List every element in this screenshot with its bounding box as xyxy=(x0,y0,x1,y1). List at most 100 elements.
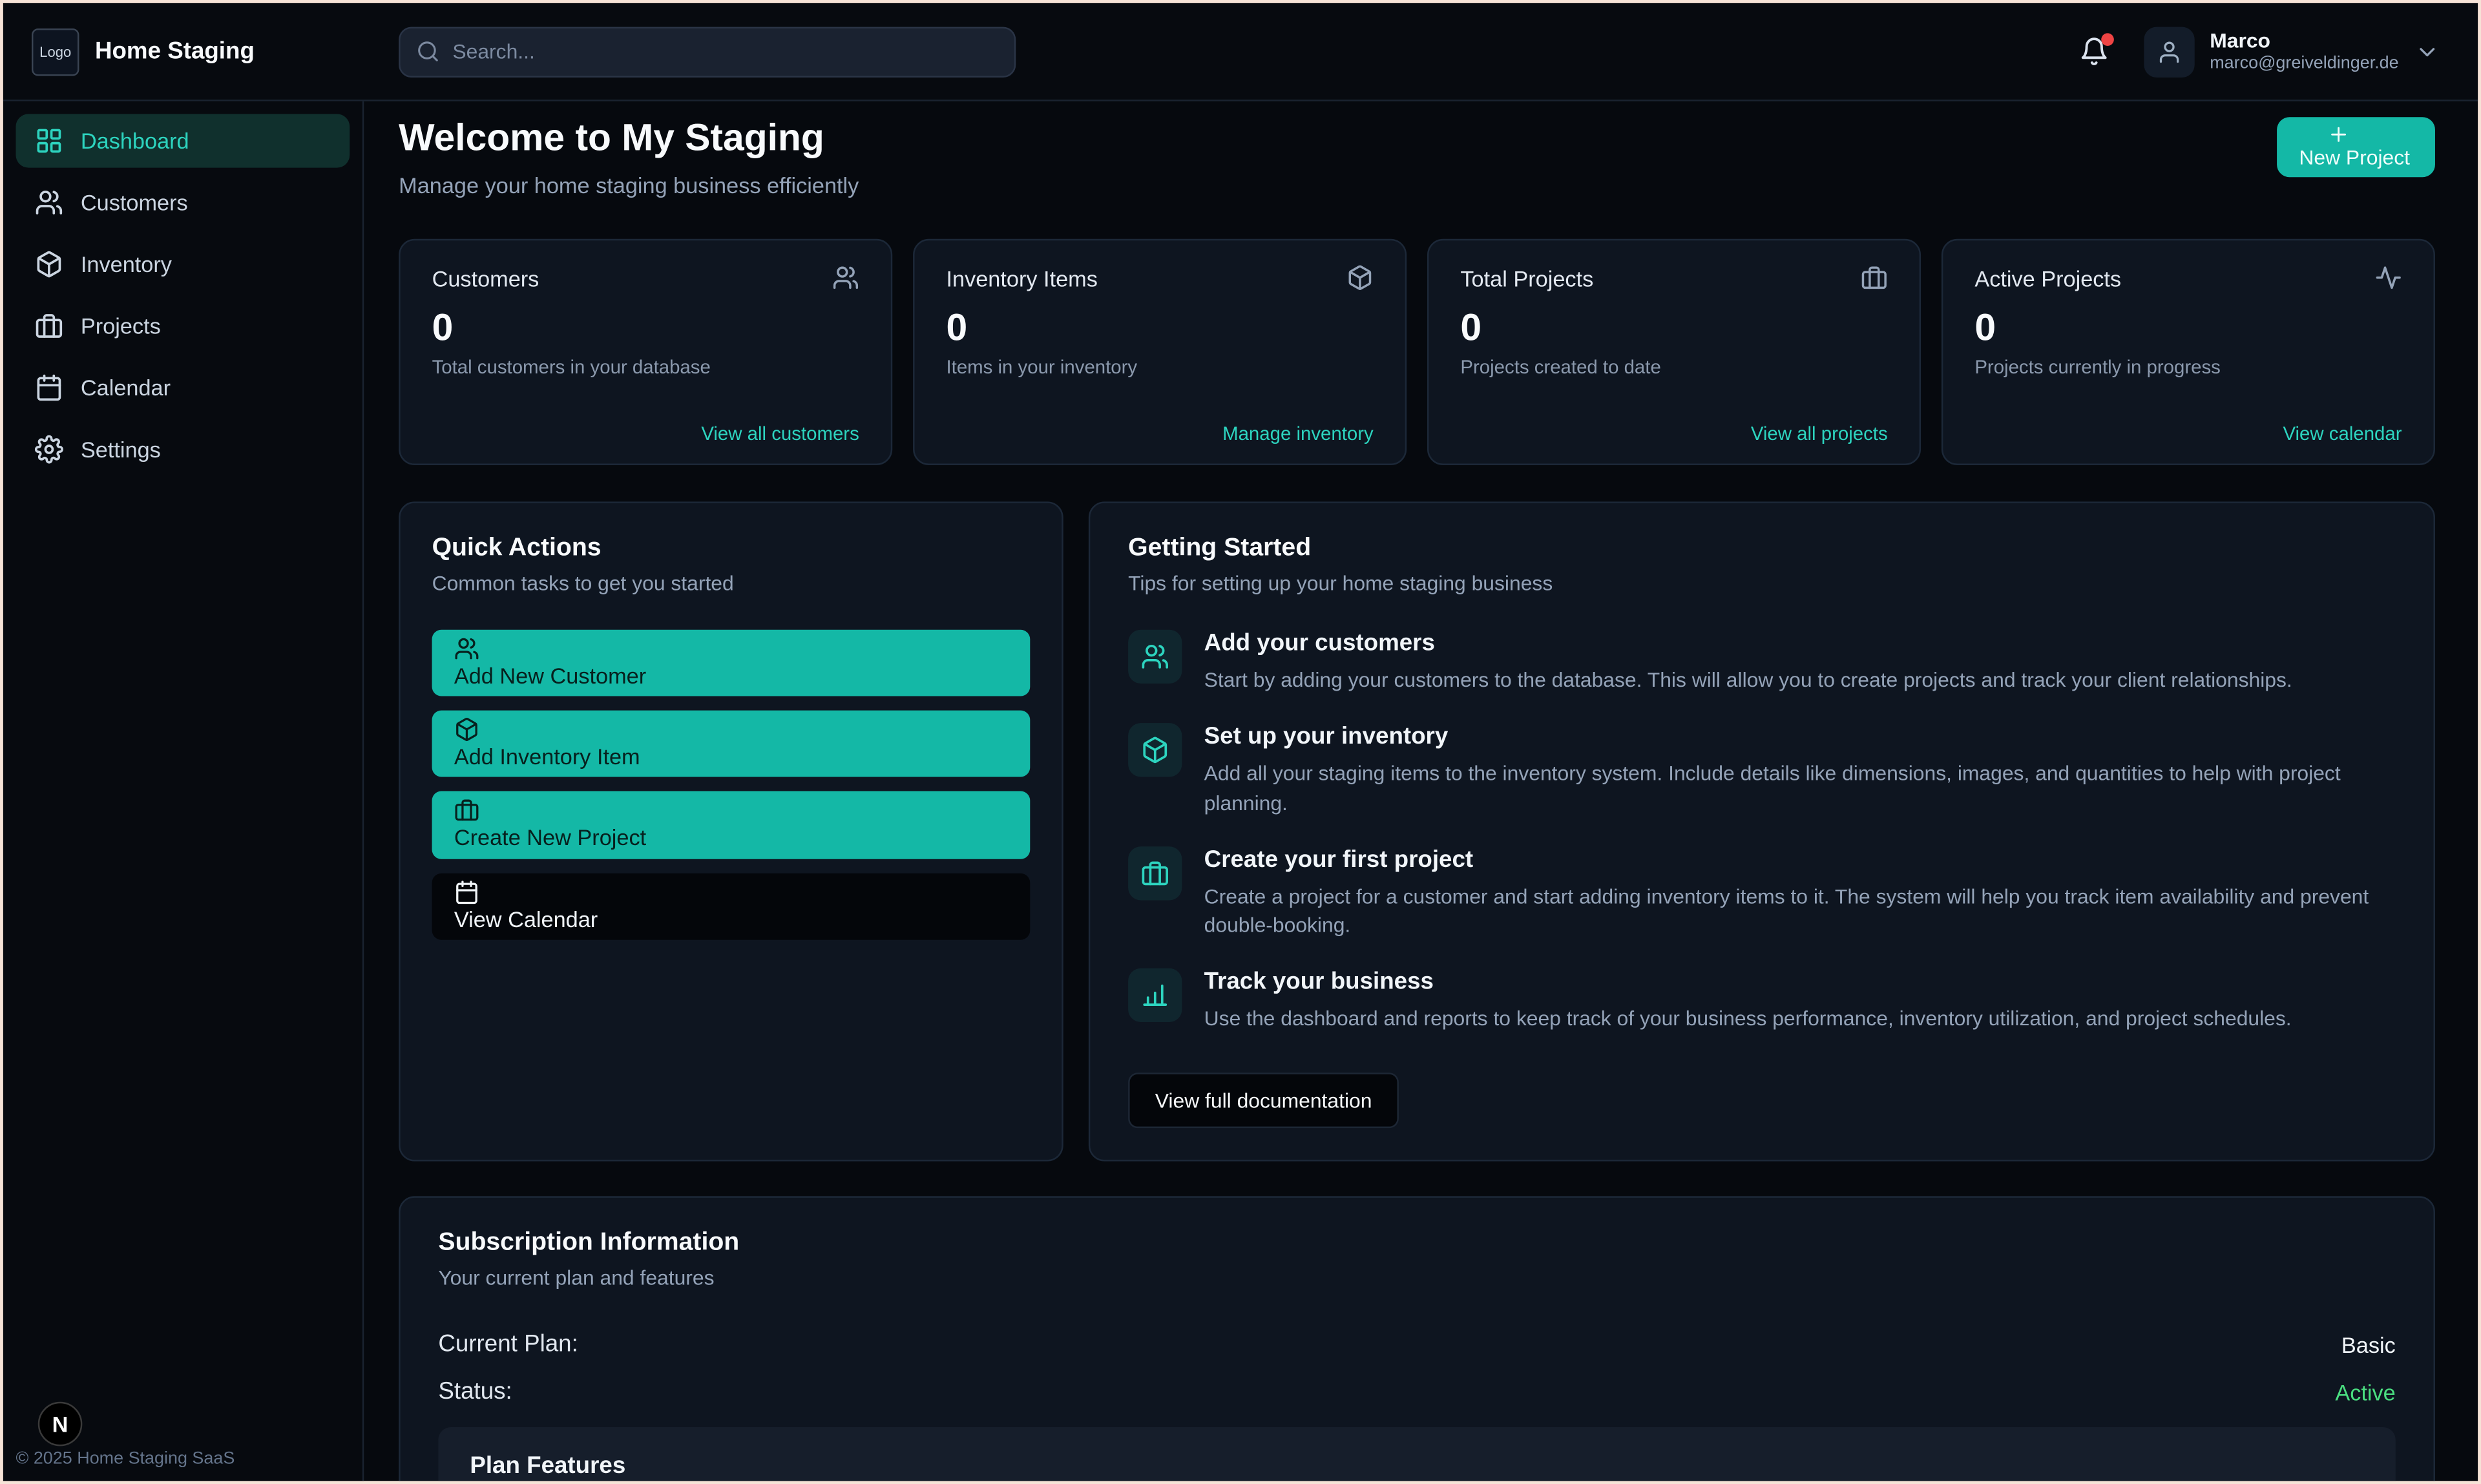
app-window: Logo Home Staging xyxy=(0,0,2481,1484)
copyright-text: © 2025 Home Staging SaaS xyxy=(16,1449,235,1468)
status-label: Status: xyxy=(438,1378,512,1405)
brand: Logo Home Staging xyxy=(3,28,364,75)
search-input[interactable] xyxy=(452,39,998,63)
tip-description: Create a project for a customer and star… xyxy=(1204,882,2396,941)
sidebar-item-dashboard[interactable]: Dashboard xyxy=(16,114,350,167)
app-title: Home Staging xyxy=(95,38,255,65)
package-icon xyxy=(1346,264,1374,291)
quick-actions-panel: Quick Actions Common tasks to get you st… xyxy=(399,501,1063,1161)
briefcase-icon xyxy=(35,311,63,340)
action-label: Create New Project xyxy=(454,823,646,852)
sidebar: Dashboard Customers Inventory Projects C… xyxy=(3,101,364,1481)
calendar-icon xyxy=(35,373,63,402)
user-menu[interactable]: Marco marco@greiveldinger.de xyxy=(2143,26,2440,76)
stat-label: Total Projects xyxy=(1460,265,1593,290)
getting-started-panel: Getting Started Tips for setting up your… xyxy=(1089,501,2435,1161)
plus-icon xyxy=(2327,123,2349,145)
sidebar-item-settings[interactable]: Settings xyxy=(16,423,350,476)
users-icon xyxy=(454,636,479,661)
tip-body: Add your customers Start by adding your … xyxy=(1204,630,2292,696)
topbar: Logo Home Staging xyxy=(3,3,2478,101)
tip-description: Start by adding your customers to the da… xyxy=(1204,666,2292,696)
bar-chart-icon xyxy=(1128,968,1182,1022)
tip-title: Add your customers xyxy=(1204,630,2292,657)
view-calendar-link[interactable]: View calendar xyxy=(2283,423,2402,444)
tip-body: Track your business Use the dashboard an… xyxy=(1204,968,2292,1034)
search-bar[interactable] xyxy=(399,26,1016,76)
tip-first-project: Create your first project Create a proje… xyxy=(1128,846,2396,942)
tip-description: Add all your staging items to the invent… xyxy=(1204,759,2396,819)
status-row: Status: Active xyxy=(438,1378,2395,1405)
view-documentation-button[interactable]: View full documentation xyxy=(1128,1073,1399,1129)
search-icon xyxy=(416,39,440,63)
package-icon xyxy=(35,250,63,278)
gear-icon xyxy=(35,435,63,463)
view-all-projects-link[interactable]: View all projects xyxy=(1751,423,1888,444)
subscription-subtitle: Your current plan and features xyxy=(438,1266,2395,1290)
main-content: Welcome to My Staging Manage your home s… xyxy=(364,101,2478,1481)
middle-row: Quick Actions Common tasks to get you st… xyxy=(399,501,2435,1161)
subscription-panel: Subscription Information Your current pl… xyxy=(399,1197,2435,1481)
manage-inventory-link[interactable]: Manage inventory xyxy=(1222,423,1374,444)
tip-add-customers: Add your customers Start by adding your … xyxy=(1128,630,2396,696)
tip-body: Create your first project Create a proje… xyxy=(1204,846,2396,942)
getting-started-subtitle: Tips for setting up your home staging bu… xyxy=(1128,571,2396,595)
tip-title: Track your business xyxy=(1204,968,2292,996)
quick-actions-list: Add New Customer Add Inventory Item Crea… xyxy=(432,630,1031,939)
stat-card-customers: Customers 0 Total customers in your data… xyxy=(399,239,892,465)
plan-label: Current Plan: xyxy=(438,1331,578,1358)
tip-title: Create your first project xyxy=(1204,846,2396,873)
quick-actions-title: Quick Actions xyxy=(432,535,1031,563)
status-badge: Active xyxy=(2335,1379,2395,1404)
new-project-label: New Project xyxy=(2299,145,2410,171)
stat-label: Active Projects xyxy=(1974,265,2121,290)
getting-started-title: Getting Started xyxy=(1128,535,2396,563)
sidebar-item-label: Calendar xyxy=(81,375,171,400)
new-project-button[interactable]: New Project xyxy=(2277,117,2435,178)
page-header-text: Welcome to My Staging Manage your home s… xyxy=(399,117,859,198)
notifications-button[interactable] xyxy=(2078,36,2109,67)
tip-title: Set up your inventory xyxy=(1204,723,2396,750)
sidebar-item-inventory[interactable]: Inventory xyxy=(16,237,350,291)
sidebar-item-label: Inventory xyxy=(81,251,172,277)
action-label: Add New Customer xyxy=(454,662,646,691)
sidebar-item-customers[interactable]: Customers xyxy=(16,176,350,229)
create-new-project-button[interactable]: Create New Project xyxy=(432,791,1031,858)
notification-dot xyxy=(2100,33,2113,46)
action-label: View Calendar xyxy=(454,904,598,934)
chevron-down-icon xyxy=(2414,39,2440,64)
view-calendar-button[interactable]: View Calendar xyxy=(432,873,1031,939)
stat-value: 0 xyxy=(1974,307,2402,351)
stat-cards: Customers 0 Total customers in your data… xyxy=(399,239,2435,465)
users-icon xyxy=(1128,630,1182,684)
users-icon xyxy=(832,264,859,291)
action-label: Add Inventory Item xyxy=(454,742,640,771)
briefcase-icon xyxy=(1128,846,1182,899)
add-new-customer-button[interactable]: Add New Customer xyxy=(432,630,1031,696)
sidebar-item-label: Settings xyxy=(81,437,161,462)
sidebar-item-projects[interactable]: Projects xyxy=(16,299,350,353)
stat-description: Items in your inventory xyxy=(946,356,1373,378)
tip-body: Set up your inventory Add all your stagi… xyxy=(1204,723,2396,819)
stat-description: Projects currently in progress xyxy=(1974,356,2402,378)
sidebar-item-label: Customers xyxy=(81,190,188,215)
tip-setup-inventory: Set up your inventory Add all your stagi… xyxy=(1128,723,2396,819)
page-title: Welcome to My Staging xyxy=(399,117,859,162)
user-email: marco@greiveldinger.de xyxy=(2210,54,2398,76)
stat-description: Total customers in your database xyxy=(432,356,859,378)
dev-tools-badge[interactable]: N xyxy=(38,1402,83,1447)
tip-track-business: Track your business Use the dashboard an… xyxy=(1128,968,2396,1034)
user-info: Marco marco@greiveldinger.de xyxy=(2210,28,2398,75)
page-subtitle: Manage your home staging business effici… xyxy=(399,172,859,198)
view-all-customers-link[interactable]: View all customers xyxy=(701,423,859,444)
activity-icon xyxy=(2375,264,2402,291)
avatar xyxy=(2143,26,2193,76)
user-icon xyxy=(2156,39,2181,64)
sidebar-item-calendar[interactable]: Calendar xyxy=(16,361,350,414)
sidebar-footer: N © 2025 Home Staging SaaS xyxy=(16,1392,350,1481)
add-inventory-item-button[interactable]: Add Inventory Item xyxy=(432,711,1031,777)
stat-value: 0 xyxy=(432,307,859,351)
stat-label: Customers xyxy=(432,265,539,290)
topbar-main: Marco marco@greiveldinger.de xyxy=(364,26,2478,76)
stat-card-inventory: Inventory Items 0 Items in your inventor… xyxy=(913,239,1407,465)
